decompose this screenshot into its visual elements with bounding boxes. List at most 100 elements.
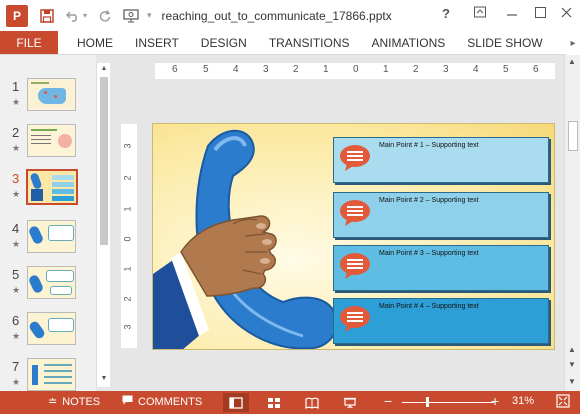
slide-thumbnail-5[interactable]: 5 ★ — [0, 265, 96, 305]
slide-thumbnail-6[interactable]: 6 ★ — [0, 311, 96, 351]
slide-number: 3 — [12, 171, 20, 186]
ruler-tick: 6 — [533, 64, 539, 75]
slide-scrollbar[interactable]: ▲ ▲ ▼ ▼ — [564, 55, 580, 391]
ruler-tick: 1 — [122, 266, 133, 272]
reading-view-icon — [305, 397, 319, 409]
ruler-tick: 3 — [122, 324, 133, 330]
undo-dropdown-icon[interactable]: ▾ — [83, 11, 87, 20]
tab-file[interactable]: FILE — [0, 31, 58, 54]
zoom-out-button[interactable]: − — [384, 393, 392, 409]
ruler-tick: 1 — [323, 64, 329, 75]
animation-star-icon: ★ — [12, 285, 21, 295]
undo-icon[interactable] — [66, 10, 80, 22]
slide-preview — [26, 169, 78, 205]
title-bar: P ▾ ▾ reaching_out_to_communicate_17866.… — [0, 0, 580, 31]
animation-star-icon: ★ — [12, 97, 21, 107]
zoom-slider[interactable] — [402, 402, 494, 403]
ruler-tick: 0 — [122, 236, 133, 242]
zoom-in-button[interactable]: + — [491, 393, 499, 409]
ruler-tick: 5 — [203, 64, 209, 75]
tab-home[interactable]: HOME — [66, 31, 124, 54]
scroll-up-icon[interactable]: ▲ — [99, 65, 109, 75]
scroll-down-icon[interactable]: ▼ — [568, 377, 576, 386]
main-point-box-4[interactable]: Main Point # 4 – Supporting text — [333, 298, 549, 344]
ruler-tick: 6 — [172, 64, 178, 75]
ruler-tick: 4 — [233, 64, 239, 75]
ruler-tick: 2 — [413, 64, 419, 75]
ruler-tick: 4 — [473, 64, 479, 75]
normal-view-button[interactable] — [223, 393, 249, 412]
ruler-tick: 3 — [122, 143, 133, 149]
ribbon-tabs: FILE HOME INSERT DESIGN TRANSITIONS ANIM… — [0, 31, 580, 55]
slide-preview — [27, 78, 76, 111]
notes-button[interactable]: ≐ NOTES — [48, 395, 100, 409]
powerpoint-logo-icon: P — [6, 4, 28, 27]
main-point-text: Main Point # 4 – Supporting text — [379, 303, 479, 310]
help-icon[interactable]: ? — [442, 6, 450, 21]
animation-star-icon: ★ — [12, 331, 21, 341]
scroll-up-icon[interactable]: ▲ — [568, 57, 576, 66]
slide-thumbnail-4[interactable]: 4 ★ — [0, 219, 96, 259]
main-point-text: Main Point # 1 – Supporting text — [379, 142, 479, 149]
ruler-tick: 3 — [263, 64, 269, 75]
slide-show-view-button[interactable] — [337, 393, 363, 412]
ruler-tick: 3 — [443, 64, 449, 75]
slide-canvas[interactable]: Main Point # 1 – Supporting text Main Po… — [152, 123, 555, 350]
vertical-ruler: 3 2 1 0 1 2 3 — [121, 124, 137, 348]
main-point-box-2[interactable]: Main Point # 2 – Supporting text — [333, 192, 549, 238]
slide-sorter-view-button[interactable] — [261, 393, 287, 412]
animation-star-icon: ★ — [12, 377, 21, 387]
notes-icon: ≐ — [48, 396, 58, 408]
tab-transitions[interactable]: TRANSITIONS — [258, 31, 361, 54]
comments-label: COMMENTS — [138, 395, 203, 408]
main-point-text: Main Point # 2 – Supporting text — [379, 197, 479, 204]
slide-show-icon — [344, 397, 356, 408]
main-point-box-1[interactable]: Main Point # 1 – Supporting text — [333, 137, 549, 183]
reading-view-button[interactable] — [299, 393, 325, 412]
minimize-icon[interactable] — [507, 6, 517, 21]
zoom-slider-thumb[interactable] — [426, 397, 429, 407]
scrollbar-thumb[interactable] — [100, 77, 108, 245]
maximize-icon[interactable] — [535, 6, 546, 21]
slide-sorter-icon — [268, 397, 280, 408]
zoom-level[interactable]: 31% — [512, 395, 534, 407]
slide-thumbnail-3[interactable]: 3 ★ — [0, 169, 96, 209]
speech-bubble-icon — [340, 145, 370, 171]
tab-design[interactable]: DESIGN — [190, 31, 258, 54]
start-slideshow-icon[interactable] — [123, 8, 139, 23]
ruler-tick: 1 — [122, 206, 133, 212]
slide-number: 4 — [12, 221, 20, 236]
fit-slide-to-window-button[interactable] — [556, 394, 570, 408]
slide-preview — [27, 266, 76, 299]
ruler-tick: 2 — [122, 296, 133, 302]
ribbon-scroll-right-icon[interactable]: ▸ — [566, 31, 580, 55]
thumbnail-scrollbar[interactable]: ▲ ▼ — [96, 63, 110, 387]
fit-to-window-icon — [556, 394, 570, 408]
slide-thumbnail-2[interactable]: 2 ★ — [0, 123, 96, 163]
close-icon[interactable] — [561, 6, 572, 21]
tab-slide-show[interactable]: SLIDE SHOW — [456, 31, 553, 54]
ruler-tick: 2 — [293, 64, 299, 75]
ribbon-display-options-icon[interactable] — [474, 6, 486, 21]
slide-thumbnail-1[interactable]: 1 ★ — [0, 77, 96, 117]
tab-insert[interactable]: INSERT — [124, 31, 190, 54]
tab-animations[interactable]: ANIMATIONS — [360, 31, 456, 54]
main-point-box-3[interactable]: Main Point # 3 – Supporting text — [333, 245, 549, 291]
slide-number: 2 — [12, 125, 20, 140]
speech-bubble-icon — [340, 200, 370, 226]
comments-button[interactable]: COMMENTS — [122, 395, 202, 408]
speech-bubble-icon — [340, 306, 370, 332]
scrollbar-thumb[interactable] — [568, 121, 578, 151]
slide-preview — [27, 312, 76, 345]
redo-icon[interactable] — [99, 9, 111, 22]
previous-slide-icon[interactable]: ▲ — [568, 345, 576, 354]
customize-toolbar-icon[interactable]: ▾ — [147, 10, 152, 21]
scroll-down-icon[interactable]: ▼ — [99, 375, 109, 385]
horizontal-ruler: 6 5 4 3 2 1 0 1 2 3 4 5 6 — [155, 63, 555, 79]
next-slide-icon[interactable]: ▼ — [568, 360, 576, 369]
comment-icon — [122, 395, 133, 408]
slide-thumbnail-pane: 1 ★ 2 ★ 3 ★ 4 ★ 5 ★ 6 ★ 7 ★ — [0, 55, 96, 391]
status-bar: ≐ NOTES COMMENTS − + 31% — [0, 391, 580, 414]
ruler-tick: 1 — [383, 64, 389, 75]
save-icon[interactable] — [40, 8, 54, 23]
